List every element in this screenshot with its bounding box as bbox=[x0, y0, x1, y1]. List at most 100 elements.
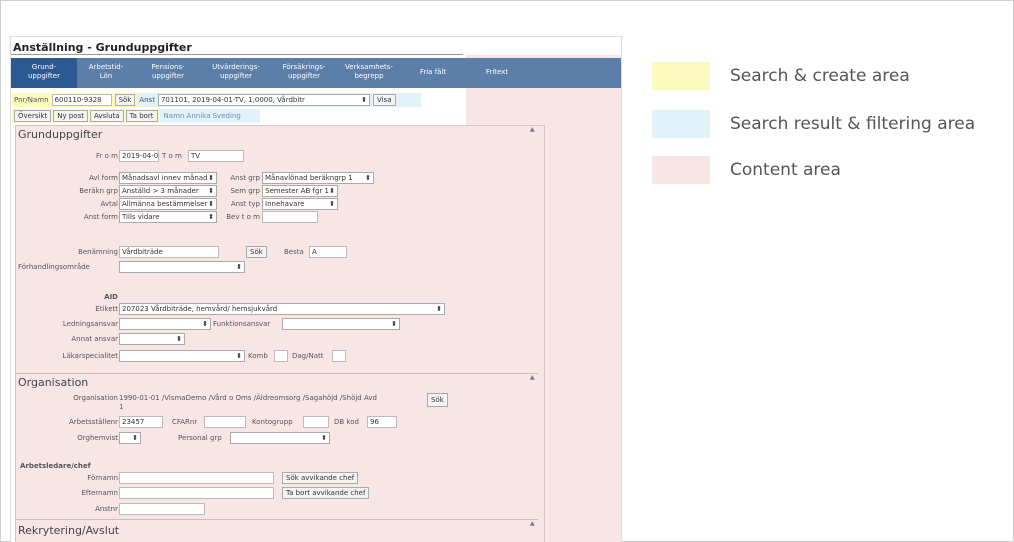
search-result-highlight: Anst 701101, 2019-04-01-TV, 1,0000, Vård… bbox=[137, 93, 421, 107]
lakare-label: Läkarspecialitet bbox=[62, 352, 118, 360]
avsluta-button[interactable]: Avsluta bbox=[89, 110, 124, 122]
besta-label: Besta bbox=[284, 248, 304, 256]
tab-fria-falt[interactable]: Fria fält bbox=[401, 58, 465, 88]
cfar-label: CFARnr bbox=[172, 418, 198, 426]
ansttyp-select[interactable]: Innehavare ⬍ bbox=[262, 198, 338, 210]
legend-swatch-search-create bbox=[652, 62, 710, 90]
etikett-select[interactable]: 207023 Vårdbiträde, hemvård/ hemsjukvård… bbox=[119, 303, 445, 315]
legend-swatch-search-result bbox=[652, 110, 710, 138]
tab-utvarderingsuppgifter[interactable]: Utvärderings- uppgifter bbox=[201, 58, 271, 88]
etikett-label: Etikett bbox=[95, 305, 118, 313]
org-label: Organisation bbox=[73, 394, 118, 402]
chevron-down-icon: ⬍ bbox=[208, 174, 214, 182]
besta-input[interactable]: A bbox=[309, 246, 347, 258]
pnr-label: Pnr/Namn bbox=[14, 96, 49, 104]
anstgrp-select[interactable]: Månavlönad beräkngrp 1 ⬍ bbox=[262, 172, 374, 184]
visa-button[interactable]: Visa bbox=[372, 94, 396, 106]
chevron-down-icon: ⬍ bbox=[202, 320, 208, 328]
org-value-line2: 1 bbox=[119, 403, 124, 411]
anstform-select[interactable]: Tills vidare ⬍ bbox=[119, 211, 217, 223]
oversikt-button[interactable]: Översikt bbox=[14, 110, 52, 122]
avlform-select[interactable]: Månadsavl innev månad ⬍ bbox=[119, 172, 217, 184]
arbst-input[interactable]: 23457 bbox=[119, 416, 163, 428]
collapse-icon[interactable]: ▲ bbox=[530, 374, 535, 381]
search-create-highlight: Pnr/Namn 600110-9328 Sök bbox=[12, 93, 138, 107]
chevron-down-icon: ⬍ bbox=[329, 187, 335, 195]
chevron-down-icon: ⬍ bbox=[321, 434, 327, 442]
tabort-chef-button[interactable]: Ta bort avvikande chef bbox=[282, 487, 370, 499]
forhandl-select[interactable]: ⬍ bbox=[119, 261, 245, 273]
sok-button[interactable]: Sök bbox=[114, 94, 136, 106]
fornamn-label: Förnamn bbox=[87, 474, 118, 482]
ledning-select[interactable]: ⬍ bbox=[119, 318, 211, 330]
anstnr-input[interactable] bbox=[119, 503, 205, 515]
tom-input[interactable]: TV bbox=[188, 150, 244, 162]
org-value: 1990-01-01 /VismaDemo /Vård o Oms /Äldre… bbox=[119, 394, 377, 402]
chevron-down-icon: ⬍ bbox=[208, 200, 214, 208]
benamning-sok-button[interactable]: Sök bbox=[246, 246, 267, 258]
name-info: Namn Annika Sveding bbox=[163, 112, 241, 120]
arbst-label: Arbetsställenr bbox=[69, 418, 118, 426]
dagnatt-label: Dag/Natt bbox=[292, 352, 324, 360]
legend-swatch-content bbox=[652, 156, 710, 184]
konto-input[interactable] bbox=[303, 416, 329, 428]
chevron-down-icon: ⬍ bbox=[208, 213, 214, 221]
legend-label-content: Content area bbox=[730, 160, 841, 180]
efternamn-label: Efternamn bbox=[81, 489, 118, 497]
dbkod-input[interactable]: 96 bbox=[367, 416, 397, 428]
beraknrp-label: Beräkn grp bbox=[79, 187, 118, 195]
legend-label-search-create: Search & create area bbox=[730, 66, 910, 86]
funktion-label: Funktionsansvar bbox=[213, 320, 271, 328]
ta-bort-button[interactable]: Ta bort bbox=[125, 110, 158, 122]
tab-fritext[interactable]: Fritext bbox=[465, 58, 529, 88]
collapse-icon[interactable]: ▲ bbox=[530, 520, 535, 527]
persgrp-select[interactable]: ⬍ bbox=[230, 432, 330, 444]
chevron-down-icon: ⬍ bbox=[365, 174, 371, 182]
persgrp-label: Personal grp bbox=[178, 434, 222, 442]
create-buttons-highlight: Översikt Ny post Avsluta Ta bort bbox=[12, 109, 160, 123]
komb-label: Komb bbox=[248, 352, 268, 360]
from-label: Fr o m bbox=[96, 152, 118, 160]
cfar-input[interactable] bbox=[204, 416, 246, 428]
funktion-select[interactable]: ⬍ bbox=[282, 318, 400, 330]
action-row: Översikt Ny post Avsluta Ta bort Namn An… bbox=[12, 109, 260, 123]
benamning-input[interactable]: Vårdbiträde bbox=[119, 246, 219, 258]
efternamn-input[interactable] bbox=[119, 487, 274, 499]
chevron-down-icon: ⬍ bbox=[208, 187, 214, 195]
collapse-icon[interactable]: ▲ bbox=[530, 126, 535, 133]
semgrp-select[interactable]: Semester AB fgr 1 ⬍ bbox=[262, 185, 338, 197]
annat-label: Annat ansvar bbox=[71, 335, 118, 343]
tab-grunduppgifter[interactable]: Grund- uppgifter bbox=[11, 58, 77, 88]
legend-label-search-result: Search result & filtering area bbox=[730, 114, 976, 134]
orghemvist-label: Orghemvist bbox=[77, 434, 118, 442]
forhandl-label: Förhandlingsområde bbox=[18, 263, 90, 271]
content-area: Grunduppgifter ▲ Fr o m 2019-04-01 T o m… bbox=[15, 125, 545, 542]
tom-label: T o m bbox=[162, 152, 182, 160]
tab-verksamhetsbegrepp[interactable]: Verksamhets- begrepp bbox=[337, 58, 401, 88]
from-input[interactable]: 2019-04-01 bbox=[119, 150, 159, 162]
tab-pensionsuppgifter[interactable]: Pensions- uppgifter bbox=[135, 58, 201, 88]
section-organisation: Organisation ▲ Organisation 1990-01-01 /… bbox=[16, 374, 538, 520]
tab-arbetstid-lon[interactable]: Arbetstid- Lön bbox=[77, 58, 135, 88]
bevtom-input[interactable] bbox=[262, 211, 318, 223]
semgrp-label: Sem grp bbox=[230, 187, 260, 195]
ledning-label: Ledningsansvar bbox=[62, 320, 118, 328]
fornamn-input[interactable] bbox=[119, 472, 274, 484]
dagnatt-checkbox[interactable] bbox=[332, 350, 346, 362]
pnr-input[interactable]: 600110-9328 bbox=[51, 94, 112, 106]
anstgrp-label: Anst grp bbox=[230, 174, 260, 182]
sok-chef-button[interactable]: Sök avvikande chef bbox=[282, 472, 359, 484]
lakare-select[interactable]: ⬍ bbox=[119, 350, 245, 362]
annat-select[interactable]: ⬍ bbox=[119, 333, 185, 345]
avtal-select[interactable]: Allmänna bestämmelser ⬍ bbox=[119, 198, 217, 210]
chevron-down-icon: ⬍ bbox=[329, 200, 335, 208]
dbkod-label: DB kod bbox=[334, 418, 359, 426]
tab-forsakringsuppgifter[interactable]: Försäkrings- uppgifter bbox=[271, 58, 337, 88]
org-sok-button[interactable]: Sök bbox=[427, 393, 448, 407]
orghemvist-select[interactable]: ⬍ bbox=[119, 432, 141, 444]
beraknrp-select[interactable]: Anställd > 3 månader ⬍ bbox=[119, 185, 217, 197]
anst-select[interactable]: 701101, 2019-04-01-TV, 1,0000, Vårdbitr ⬍ bbox=[157, 94, 370, 106]
section-title-org: Organisation bbox=[18, 376, 89, 389]
ny-post-button[interactable]: Ny post bbox=[53, 110, 88, 122]
komb-checkbox[interactable] bbox=[274, 350, 288, 362]
